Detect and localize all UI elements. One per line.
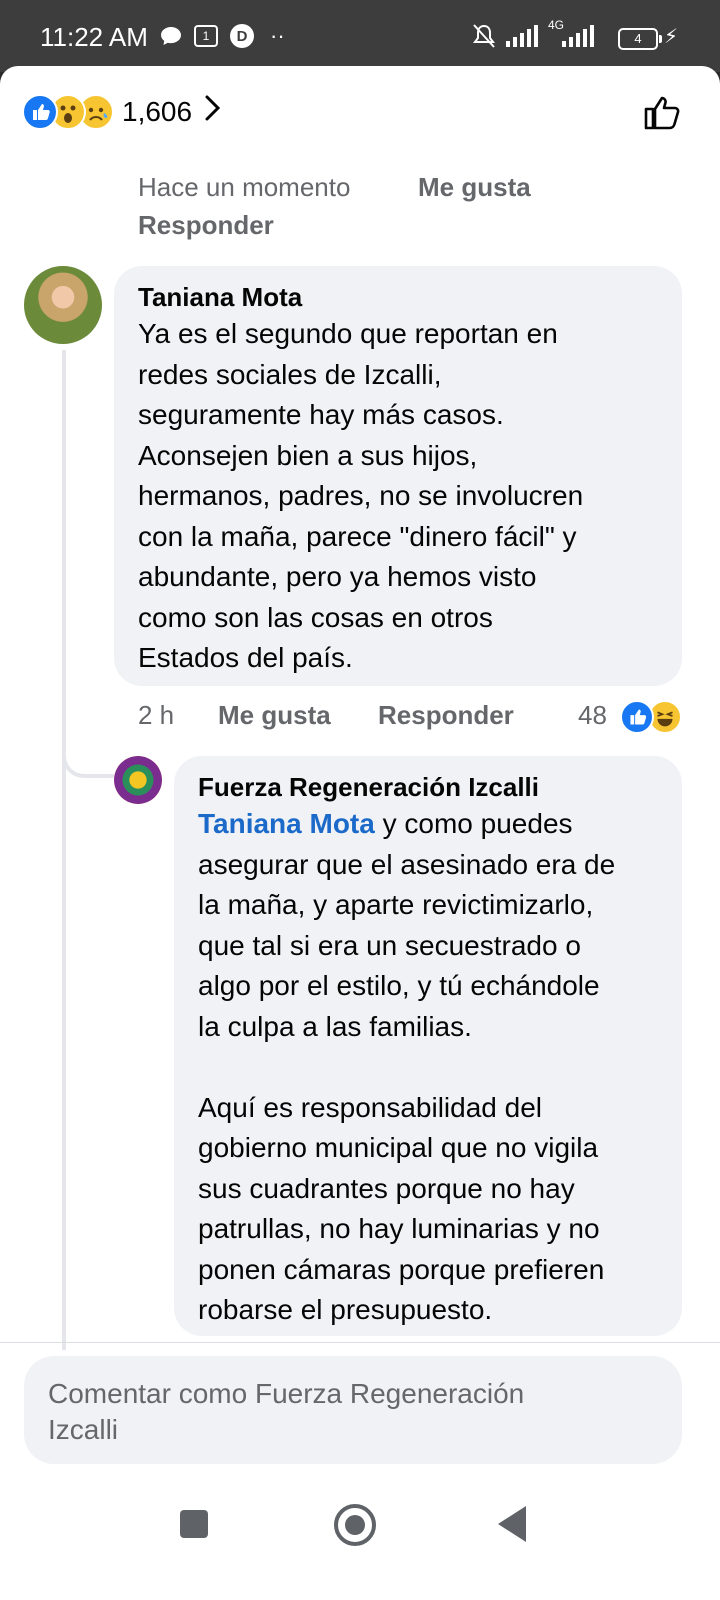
comment-input[interactable]: Comentar como Fuerza Regeneración Izcall… [24,1356,682,1464]
comment-author[interactable]: Taniana Mota [138,282,302,313]
composer-divider [0,1342,720,1343]
thread-connector [62,726,114,778]
comment-like-button[interactable]: Me gusta [218,700,331,731]
chat-bubble-icon [160,24,182,48]
home-button[interactable] [334,1504,376,1546]
thread-line [62,350,66,1350]
chevron-right-icon[interactable] [204,94,222,130]
comment-reply-button[interactable]: Responder [378,700,514,731]
page-avatar[interactable] [114,756,162,804]
status-time: 11:22 AM [40,22,148,52]
reply-text-body: y como puedes asegurar que el asesinado … [198,808,616,1325]
reply-text: Taniana Mota y como puedes asegurar que … [198,804,682,1331]
reply-bubble: Fuerza Regeneración Izcalli Taniana Mota… [174,756,682,1336]
like-reaction-icon [22,94,58,130]
notification-box-icon: 1 [194,24,218,48]
reactions-summary[interactable]: 1,606 [22,92,222,132]
previous-comment-time: Hace un momento [138,172,351,202]
comment-time: 2 h [138,700,175,730]
more-dots-icon: ·· [270,23,285,48]
comment-input-placeholder: Comentar como Fuerza Regeneración Izcall… [48,1378,525,1445]
app-notification-icon: D [230,24,254,48]
reaction-count: 1,606 [122,96,193,127]
like-reaction-icon [620,700,654,734]
comment-reaction-count[interactable]: 48 [578,700,607,731]
back-button[interactable] [498,1506,526,1542]
charging-icon: ⚡ [664,25,679,48]
comment-text: Ya es el segundo que reportan en redes s… [138,318,584,673]
thumbs-up-icon[interactable] [642,92,682,132]
reply-author[interactable]: Fuerza Regeneración Izcalli [198,772,539,803]
mute-bell-icon [470,24,498,48]
signal-icon [506,24,538,48]
previous-comment-like-button[interactable]: Me gusta [418,172,531,203]
signal-4g-icon [562,24,594,48]
mention-link[interactable]: Taniana Mota [198,808,375,839]
recents-button[interactable] [180,1510,208,1538]
previous-comment-reply-button[interactable]: Responder [138,210,274,241]
comment-bubble: Taniana Mota Ya es el segundo que report… [114,266,682,686]
comments-sheet: 1,606 Hace un momento Me gusta Responder… [0,66,720,1508]
avatar[interactable] [24,266,102,344]
battery-icon: 4 [618,28,662,50]
status-bar: 11:22 AM 1 D ·· 4G 4 ⚡ [0,0,720,72]
